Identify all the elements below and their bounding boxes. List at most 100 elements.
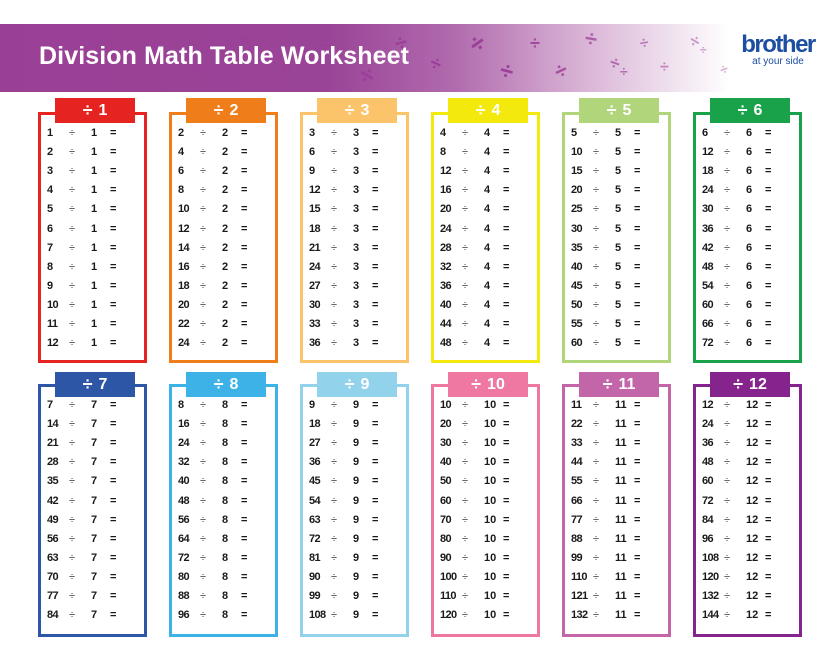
divide-sign: ÷: [331, 590, 338, 602]
dividend: 110: [440, 590, 457, 602]
equals-sign: =: [765, 570, 772, 583]
divisor: 1: [91, 241, 98, 254]
equals-sign: =: [634, 127, 641, 139]
equation-row: 2 ÷ 1 =: [47, 144, 142, 160]
equation-row: 30 ÷ 6 =: [702, 201, 797, 217]
divide-sign: ÷: [331, 609, 338, 622]
equation-row: 42 ÷ 6 =: [702, 240, 797, 256]
dividend: 8: [178, 399, 184, 411]
divisor: 12: [746, 513, 759, 526]
equation-row: 40 ÷ 8 =: [178, 473, 273, 489]
dividend: 27: [309, 279, 321, 292]
divisor: 3: [353, 337, 360, 350]
divide-sign: ÷: [593, 494, 600, 507]
dividend: 36: [702, 222, 714, 235]
equals-sign: =: [503, 475, 510, 488]
equation-row: 24 ÷ 8 =: [178, 435, 273, 451]
divide-sign: ÷: [593, 456, 600, 469]
dividend: 144: [702, 609, 719, 622]
divide-icon: ÷: [737, 100, 748, 120]
dividend: 48: [440, 337, 452, 350]
equation-row: 24 ÷ 3 =: [309, 259, 404, 275]
equals-sign: =: [503, 337, 510, 350]
equals-sign: =: [372, 184, 379, 197]
divisor: 4: [484, 127, 491, 139]
equals-sign: =: [372, 513, 379, 526]
equals-sign: =: [110, 456, 117, 469]
equation-row: 48 ÷ 6 =: [702, 259, 797, 275]
divide-sign: ÷: [724, 437, 731, 450]
divide-sign: ÷: [331, 399, 338, 411]
dividend: 32: [440, 260, 452, 273]
equation-row: 6 ÷ 2 =: [178, 163, 273, 179]
divide-sign: ÷: [724, 456, 731, 469]
divisor: 6: [746, 146, 753, 159]
divisor: 4: [484, 337, 491, 350]
equals-sign: =: [503, 260, 510, 273]
equals-sign: =: [110, 437, 117, 450]
divide-sign: ÷: [462, 298, 469, 311]
divisor: 7: [91, 570, 98, 583]
divisor: 3: [353, 318, 360, 330]
equation-row: 63 ÷ 9 =: [309, 512, 404, 528]
dividend: 81: [309, 551, 321, 564]
dividend: 6: [47, 222, 53, 235]
equals-sign: =: [241, 260, 248, 273]
equals-sign: =: [372, 456, 379, 469]
divisor: 9: [353, 475, 360, 488]
divisor: 2: [222, 184, 229, 197]
equation-row: 20 ÷ 5 =: [571, 182, 666, 198]
divide-sign: ÷: [593, 570, 600, 583]
equals-sign: =: [110, 222, 117, 235]
equation-row: 100 ÷ 10 =: [440, 569, 535, 585]
equals-sign: =: [241, 146, 248, 159]
equation-row: 50 ÷ 10 =: [440, 473, 535, 489]
divide-sign: ÷: [462, 279, 469, 292]
divisor: 3: [353, 222, 360, 235]
division-decor-icon: ÷: [620, 63, 628, 79]
equals-sign: =: [372, 532, 379, 545]
table-header-label: 12: [749, 375, 767, 393]
dividend: 108: [702, 551, 719, 564]
divide-sign: ÷: [462, 609, 469, 622]
equation-row: 21 ÷ 3 =: [309, 240, 404, 256]
equation-row: 5 ÷ 5 =: [571, 125, 666, 141]
dividend: 33: [571, 437, 583, 450]
divide-sign: ÷: [724, 570, 731, 583]
divide-sign: ÷: [200, 437, 207, 450]
equals-sign: =: [503, 318, 510, 330]
equals-sign: =: [634, 418, 641, 431]
divide-sign: ÷: [593, 222, 600, 235]
equation-row: 30 ÷ 5 =: [571, 221, 666, 237]
divisor: 6: [746, 203, 753, 216]
dividend: 14: [47, 418, 59, 431]
divisor: 11: [615, 609, 627, 622]
divisor: 2: [222, 318, 229, 330]
dividend: 108: [309, 609, 326, 622]
divide-sign: ÷: [462, 127, 469, 139]
dividend: 27: [309, 437, 321, 450]
divisor: 3: [353, 241, 360, 254]
dividend: 120: [702, 570, 719, 583]
divide-sign: ÷: [462, 260, 469, 273]
equals-sign: =: [110, 337, 117, 350]
dividend: 50: [440, 475, 452, 488]
equals-sign: =: [372, 590, 379, 602]
equals-sign: =: [634, 551, 641, 564]
divisor: 9: [353, 513, 360, 526]
divide-sign: ÷: [724, 399, 731, 411]
equation-row: 64 ÷ 8 =: [178, 531, 273, 547]
equation-row: 4 ÷ 1 =: [47, 182, 142, 198]
equation-row: 9 ÷ 1 =: [47, 278, 142, 294]
dividend: 132: [702, 590, 719, 602]
equation-row: 55 ÷ 5 =: [571, 316, 666, 332]
dividend: 11: [571, 399, 582, 411]
divisor: 9: [353, 456, 360, 469]
equals-sign: =: [765, 475, 772, 488]
divisor: 12: [746, 570, 759, 583]
divide-sign: ÷: [69, 184, 76, 197]
dividend: 7: [47, 241, 53, 254]
divide-sign: ÷: [593, 127, 600, 139]
divide-sign: ÷: [200, 184, 207, 197]
brand-logo: brother at your side: [736, 33, 820, 68]
